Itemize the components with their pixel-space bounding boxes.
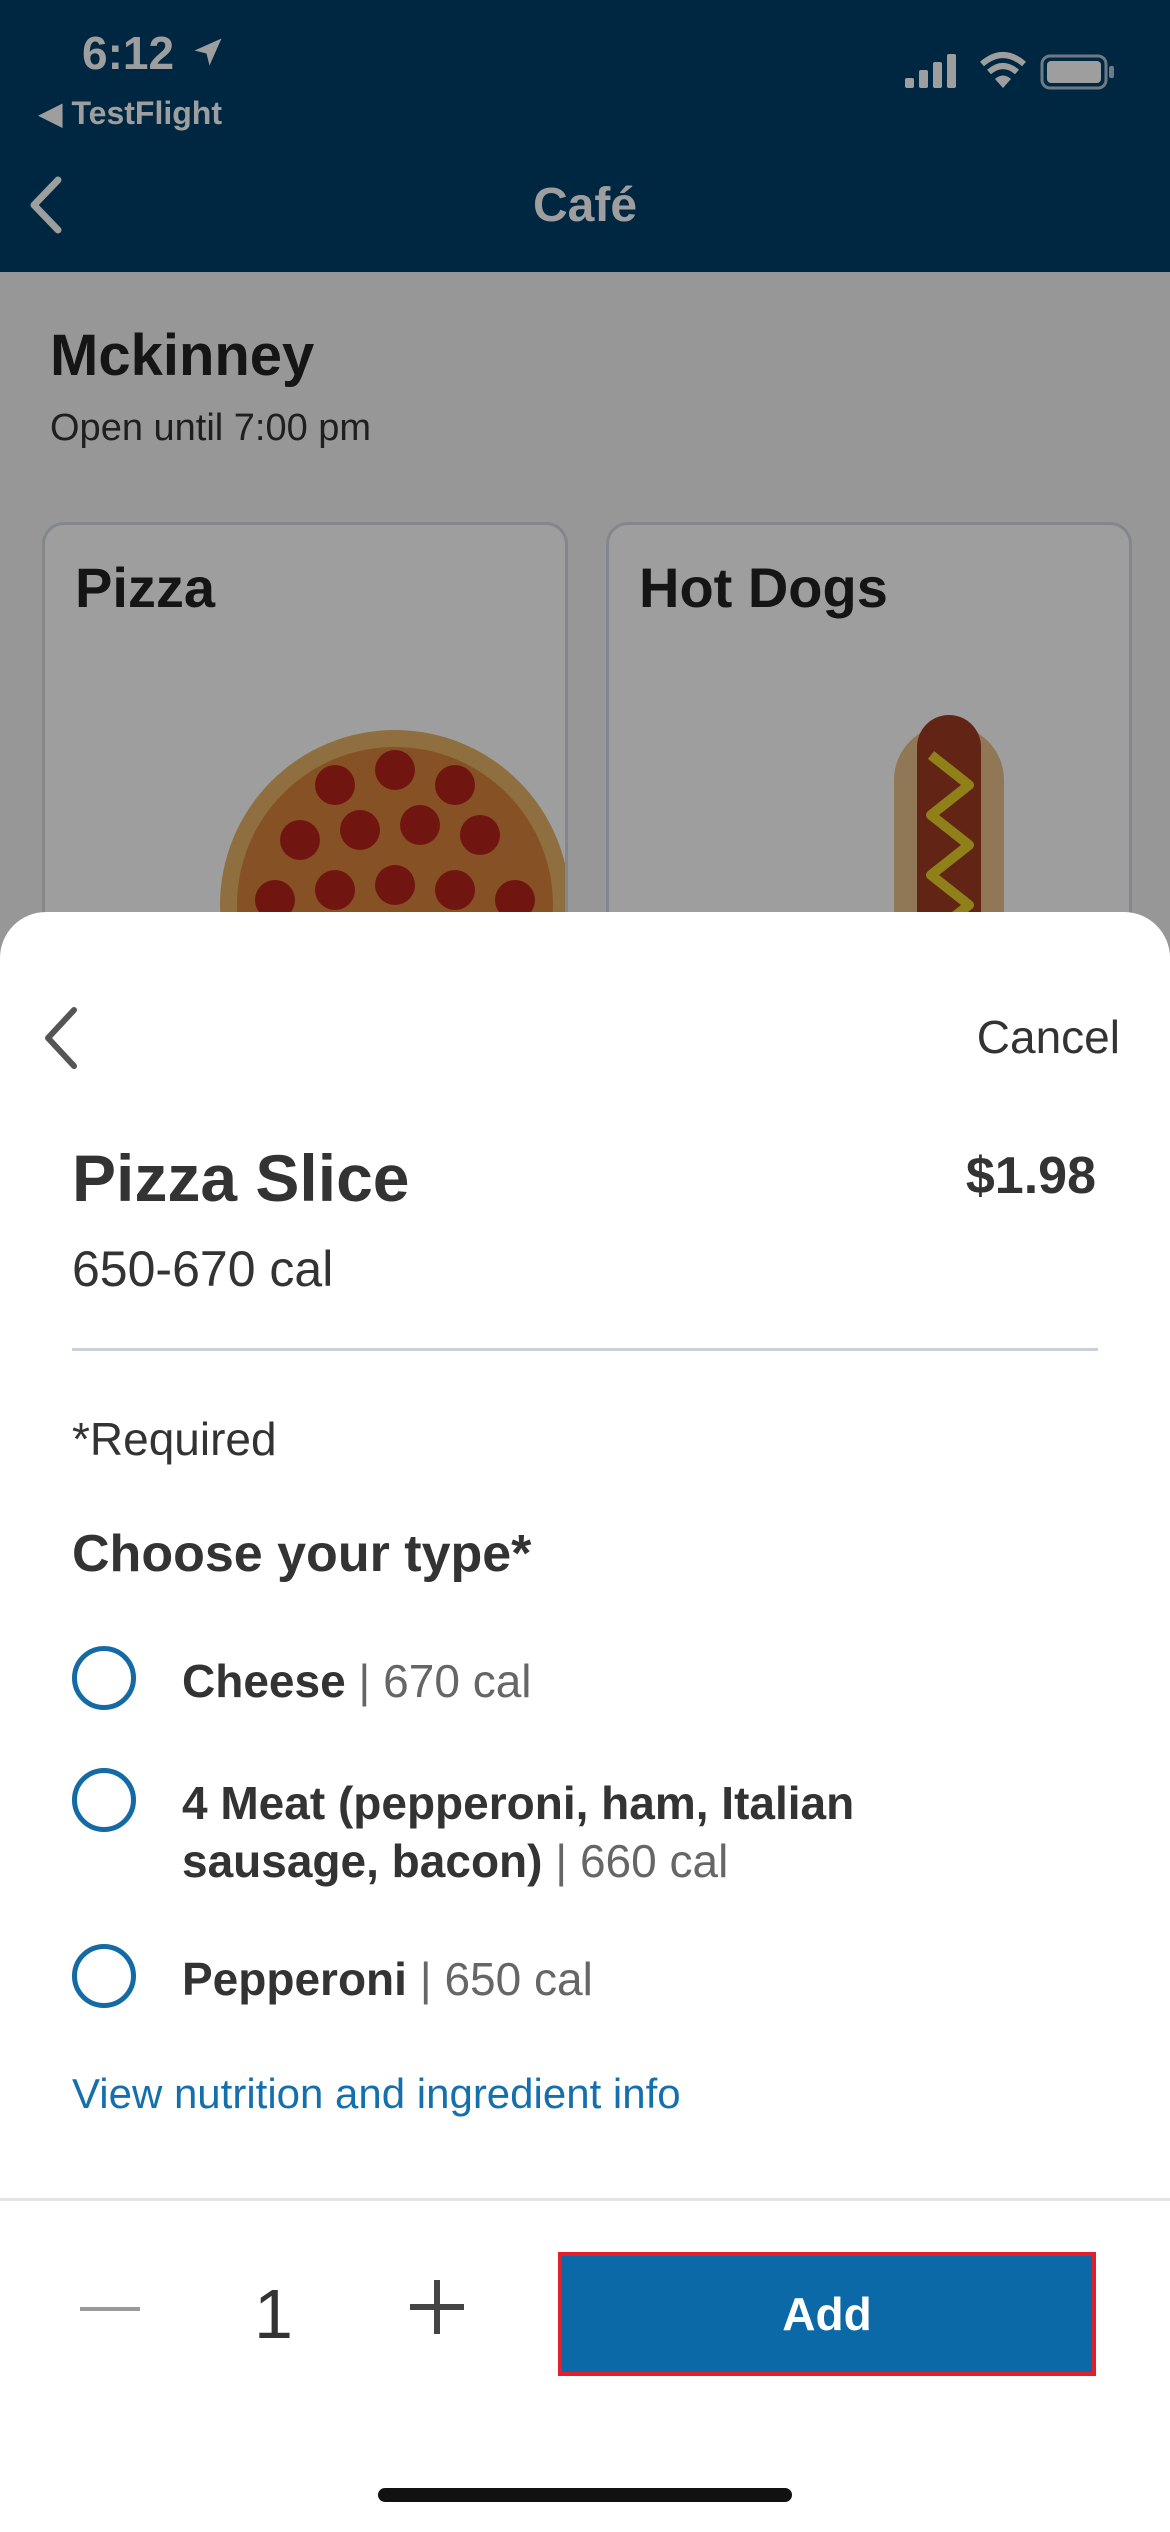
choose-type-heading: Choose your type*	[72, 1525, 532, 1583]
radio-button[interactable]	[72, 1768, 136, 1832]
divider	[72, 1348, 1098, 1351]
item-price: $1.98	[965, 1147, 1096, 1205]
option-name: 4 Meat (pepperoni, ham, Italian sausage,…	[182, 1777, 855, 1887]
option-calories: 660 cal	[579, 1835, 729, 1887]
sheet-back-chevron-icon[interactable]	[36, 1002, 86, 1074]
option-separator: |	[345, 1655, 384, 1707]
item-options-sheet: Cancel Pizza Slice $1.98 650-670 cal *Re…	[0, 912, 1170, 2532]
cancel-button[interactable]: Cancel	[977, 1010, 1120, 1064]
required-note: *Required	[72, 1413, 277, 1465]
option-separator: |	[406, 1953, 445, 2005]
increase-quantity-button[interactable]	[410, 2280, 464, 2334]
decrease-quantity-button[interactable]	[80, 2307, 140, 2311]
home-indicator[interactable]	[378, 2488, 792, 2502]
option-label: 4 Meat (pepperoni, ham, Italian sausage,…	[182, 1774, 962, 1890]
option-label: Cheese | 670 cal	[182, 1652, 962, 1710]
modal-dim-overlay[interactable]	[0, 0, 1170, 972]
nutrition-info-link[interactable]: View nutrition and ingredient info	[72, 2070, 681, 2118]
quantity-value: 1	[254, 2275, 293, 2353]
footer-divider	[0, 2198, 1170, 2201]
option-calories: 650 cal	[444, 1953, 593, 2005]
option-separator: |	[542, 1835, 580, 1887]
option-label: Pepperoni | 650 cal	[182, 1950, 962, 2008]
option-calories: 670 cal	[383, 1655, 532, 1707]
radio-button[interactable]	[72, 1944, 136, 2008]
item-calories: 650-670 cal	[72, 1241, 334, 1297]
option-name: Pepperoni	[182, 1953, 407, 2005]
radio-button[interactable]	[72, 1646, 136, 1710]
add-button[interactable]: Add	[558, 2252, 1096, 2376]
item-name: Pizza Slice	[72, 1141, 410, 1215]
option-name: Cheese	[182, 1655, 346, 1707]
